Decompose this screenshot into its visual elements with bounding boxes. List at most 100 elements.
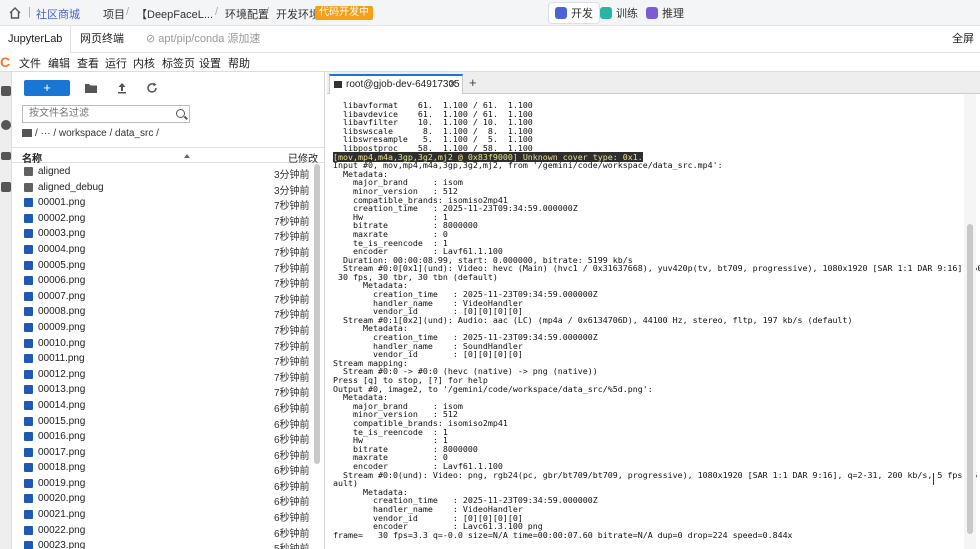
menu-bar: C 文件 编辑 查看 运行 内核 标签页 设置 帮助 xyxy=(0,53,980,72)
file-row[interactable]: 00015.png 6秒钟前 xyxy=(12,414,325,431)
file-name: 00017.png xyxy=(38,446,86,458)
file-row[interactable]: 00012.png 7秒钟前 xyxy=(12,367,325,384)
file-row[interactable]: 00005.png 7秒钟前 xyxy=(12,258,325,275)
terminal-text: libavformat 61. 1.100 / 61. 1.100 libavd… xyxy=(333,101,980,539)
file-modified: 5秒钟前 xyxy=(274,540,310,549)
menu-edit[interactable]: 编辑 xyxy=(48,55,70,71)
file-row[interactable]: 00007.png 7秒钟前 xyxy=(12,289,325,306)
file-row[interactable]: 00016.png 6秒钟前 xyxy=(12,429,325,446)
scroll-thumb[interactable] xyxy=(967,224,973,534)
file-name: 00023.png xyxy=(38,540,86,549)
file-row[interactable]: aligned_debug 3分钟前 xyxy=(12,180,325,197)
image-file-icon xyxy=(24,322,33,332)
menu-run[interactable]: 运行 xyxy=(105,55,127,71)
extension-icon[interactable] xyxy=(1,182,11,192)
terminal-tab[interactable]: root@gjob-dev-64917305 ✕ xyxy=(329,74,463,94)
file-row[interactable]: 00021.png 6秒钟前 xyxy=(12,507,325,524)
menu-help[interactable]: 帮助 xyxy=(228,55,250,71)
filter-input[interactable]: 按文件名过滤 xyxy=(22,105,190,123)
file-name: 00019.png xyxy=(38,477,86,489)
file-name: 00004.png xyxy=(38,243,86,255)
image-file-icon xyxy=(24,510,33,520)
file-name: 00020.png xyxy=(38,493,86,505)
path-breadcrumb[interactable]: / ··· / workspace / data_src / xyxy=(22,128,159,139)
file-row[interactable]: 00020.png 6秒钟前 xyxy=(12,491,325,508)
file-row[interactable]: 00006.png 7秒钟前 xyxy=(12,273,325,290)
dev-status-badge: 代码开发中 xyxy=(315,6,373,20)
breadcrumb-env-config[interactable]: 环境配置 xyxy=(225,6,269,22)
menu-file[interactable]: 文件 xyxy=(19,55,41,71)
image-file-icon xyxy=(24,447,33,457)
search-icon xyxy=(176,109,185,118)
terminal-scrollbar[interactable] xyxy=(964,94,976,549)
tab-jupyterlab[interactable]: JupyterLab xyxy=(0,26,72,53)
app-tabs: JupyterLab 网页终端 ⊘ apt/pip/conda 源加速 全屏 xyxy=(0,26,980,53)
mode-train-tab[interactable]: 训练 xyxy=(594,3,644,23)
file-row[interactable]: 00019.png 6秒钟前 xyxy=(12,476,325,493)
file-row[interactable]: 00003.png 7秒钟前 xyxy=(12,226,325,243)
image-file-icon xyxy=(24,338,33,348)
file-list-scrollbar[interactable] xyxy=(314,164,320,464)
upload-icon[interactable] xyxy=(115,81,129,95)
column-name[interactable]: 名称 xyxy=(22,150,42,165)
file-name: 00002.png xyxy=(38,212,86,224)
menu-view[interactable]: 查看 xyxy=(77,55,99,71)
file-row[interactable]: aligned 3分钟前 xyxy=(12,164,325,181)
file-row[interactable]: 00011.png 7秒钟前 xyxy=(12,351,325,368)
file-row[interactable]: 00013.png 7秒钟前 xyxy=(12,382,325,399)
menu-tabs[interactable]: 标签页 xyxy=(162,55,195,71)
file-row[interactable]: 00014.png 6秒钟前 xyxy=(12,398,325,415)
terminal-line: Stream #0:1[0x2](und): Audio: aac (LC) (… xyxy=(333,314,853,325)
terminal-output[interactable]: libavformat 61. 1.100 / 61. 1.100 libavd… xyxy=(327,94,980,549)
image-file-icon xyxy=(24,525,33,535)
fullscreen-button[interactable]: 全屏 xyxy=(952,26,974,53)
menu-kernel[interactable]: 内核 xyxy=(133,55,155,71)
column-modified[interactable]: 已修改 xyxy=(288,150,318,165)
file-row[interactable]: 00002.png 7秒钟前 xyxy=(12,211,325,228)
folder-icon xyxy=(24,182,33,192)
file-name: 00007.png xyxy=(38,290,86,302)
image-file-icon xyxy=(24,478,33,488)
file-row[interactable]: 00008.png 7秒钟前 xyxy=(12,304,325,321)
mode-infer-tab[interactable]: 推理 xyxy=(640,3,690,23)
separator-icon: | xyxy=(28,6,31,18)
breadcrumb-project[interactable]: 项目 xyxy=(103,6,125,22)
breadcrumb-community[interactable]: 社区商城 xyxy=(36,6,80,22)
image-file-icon xyxy=(24,213,33,223)
file-row[interactable]: 00010.png 7秒钟前 xyxy=(12,336,325,353)
file-row[interactable]: 00023.png 5秒钟前 xyxy=(12,538,325,549)
image-file-icon xyxy=(24,260,33,270)
toc-icon[interactable] xyxy=(1,152,11,160)
menu-settings[interactable]: 设置 xyxy=(199,55,221,71)
file-row[interactable]: 00004.png 7秒钟前 xyxy=(12,242,325,259)
home-icon[interactable] xyxy=(8,6,22,20)
mode-dev-tab[interactable]: 开发 xyxy=(549,3,599,23)
sort-caret-icon xyxy=(184,154,190,158)
terminal-icon xyxy=(334,81,342,88)
image-file-icon xyxy=(24,541,33,549)
add-tab-icon[interactable]: + xyxy=(469,75,477,90)
file-row[interactable]: 00018.png 6秒钟前 xyxy=(12,460,325,477)
file-name: 00015.png xyxy=(38,415,86,427)
file-name: 00014.png xyxy=(38,399,86,411)
breadcrumb-deepface[interactable]: 【DeepFaceL... xyxy=(136,6,213,22)
terminal-line: Output #0, image2, to '/gemini/code/work… xyxy=(333,383,653,394)
folder-icon[interactable] xyxy=(1,86,11,96)
new-launcher-button[interactable]: + xyxy=(24,80,70,96)
tab-web-terminal[interactable]: 网页终端 xyxy=(72,26,132,53)
file-row[interactable]: 00017.png 6秒钟前 xyxy=(12,445,325,462)
file-name: aligned xyxy=(38,166,71,177)
file-row[interactable]: 00022.png 6秒钟前 xyxy=(12,523,325,540)
mirror-hint[interactable]: ⊘ apt/pip/conda 源加速 xyxy=(138,26,268,53)
new-folder-icon[interactable] xyxy=(84,81,98,95)
file-row[interactable]: 00001.png 7秒钟前 xyxy=(12,195,325,212)
refresh-icon[interactable] xyxy=(145,81,159,95)
file-name: aligned_debug xyxy=(38,181,104,193)
train-icon xyxy=(600,7,612,19)
file-name: 00018.png xyxy=(38,462,86,474)
file-row[interactable]: 00009.png 7秒钟前 xyxy=(12,320,325,337)
close-icon[interactable]: ✕ xyxy=(449,76,457,93)
file-name: 00005.png xyxy=(38,259,86,271)
running-icon[interactable] xyxy=(1,120,11,130)
terminal-line: Input #0, mov,mp4,m4a,3gp,3g2,mj2, from … xyxy=(333,160,723,171)
